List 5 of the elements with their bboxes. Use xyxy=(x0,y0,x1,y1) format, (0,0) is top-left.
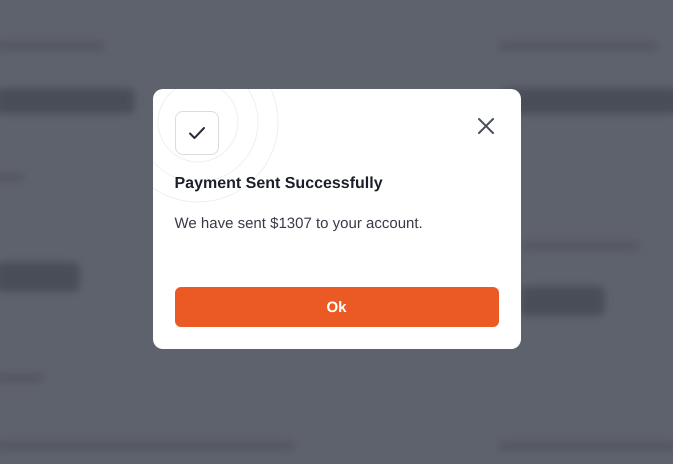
dialog-title: Payment Sent Successfully xyxy=(174,175,384,193)
close-icon[interactable] xyxy=(476,116,496,136)
dialog-message: We have sent $1307 to your account. xyxy=(174,215,424,232)
ok-button[interactable]: Ok xyxy=(174,287,498,327)
check-icon xyxy=(174,111,218,155)
